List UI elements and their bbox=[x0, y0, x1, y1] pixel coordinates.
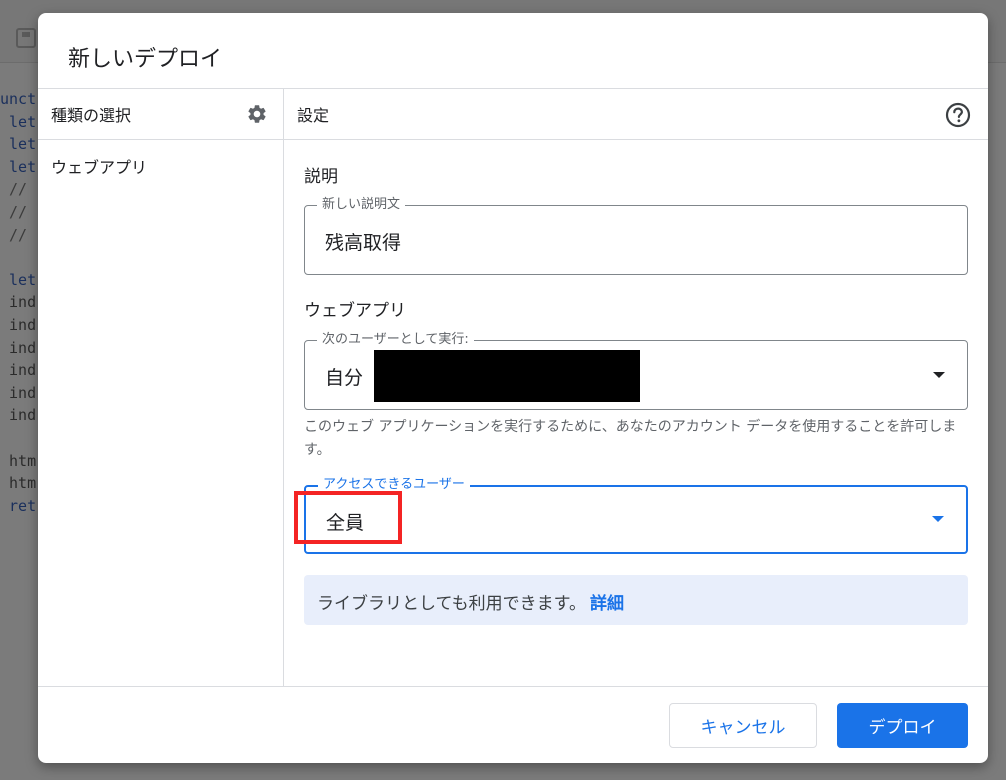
gear-icon[interactable] bbox=[246, 103, 268, 125]
description-field[interactable]: 新しい説明文 残高取得 bbox=[304, 196, 968, 275]
code-line: let bbox=[0, 270, 37, 289]
code-line: htm bbox=[0, 474, 37, 493]
chevron-down-icon[interactable] bbox=[932, 516, 944, 522]
code-line: ret bbox=[0, 496, 37, 515]
help-circle-icon[interactable] bbox=[944, 101, 972, 129]
divider bbox=[38, 88, 988, 89]
access-select[interactable]: アクセスできるユーザー 全員 bbox=[304, 476, 968, 554]
code-line: let bbox=[0, 112, 37, 131]
info-banner-message: ライブラリとしても利用できます。 bbox=[317, 594, 586, 614]
divider bbox=[38, 139, 988, 140]
execute-as-select[interactable]: 次のユーザーとして実行: 自分 bbox=[304, 331, 968, 410]
library-info-banner: ライブラリとしても利用できます。 詳細 bbox=[304, 575, 968, 625]
annotation-highlight-box bbox=[294, 491, 402, 544]
code-line: // bbox=[0, 202, 28, 221]
info-banner-text: ライブラリとしても利用できます。 詳細 bbox=[317, 589, 624, 614]
dialog-title: 新しいデプロイ bbox=[68, 47, 223, 72]
code-line: ind bbox=[0, 383, 37, 402]
code-line: ind bbox=[0, 361, 37, 380]
webapp-section-label: ウェブアプリ bbox=[304, 301, 406, 321]
type-item-webapp[interactable]: ウェブアプリ bbox=[51, 154, 147, 178]
description-label: 説明 bbox=[304, 167, 338, 187]
code-line: htm bbox=[0, 451, 37, 470]
new-deployment-dialog: 新しいデプロイ 種類の選択 ウェブアプリ 設定 説明 新しい説明文 残高取得 ウ… bbox=[38, 13, 988, 763]
save-icon bbox=[16, 28, 36, 48]
code-line: // bbox=[0, 180, 37, 199]
learn-more-link[interactable]: 詳細 bbox=[590, 594, 624, 614]
deploy-button[interactable]: デプロイ bbox=[837, 703, 968, 748]
execute-as-value: 自分 bbox=[325, 367, 364, 389]
code-line: unct bbox=[0, 90, 37, 108]
code-line: let bbox=[0, 157, 37, 176]
execute-as-legend: 次のユーザーとして実行: bbox=[317, 331, 474, 349]
code-line: ind bbox=[0, 315, 37, 334]
code-line: // bbox=[0, 225, 28, 244]
code-line: let bbox=[0, 135, 37, 154]
execute-as-help-text: このウェブ アプリケーションを実行するために、あなたのアカウント データを使用す… bbox=[304, 419, 957, 458]
description-input[interactable]: 残高取得 bbox=[325, 228, 401, 255]
type-selection-header: 種類の選択 bbox=[51, 106, 132, 125]
panel-divider bbox=[283, 88, 284, 686]
cancel-button[interactable]: キャンセル bbox=[669, 703, 817, 748]
divider bbox=[38, 686, 988, 687]
redacted-email bbox=[374, 350, 640, 402]
code-line: ind bbox=[0, 338, 37, 357]
description-field-legend: 新しい説明文 bbox=[317, 196, 406, 214]
code-line: ind bbox=[0, 406, 37, 425]
chevron-down-icon[interactable] bbox=[933, 372, 945, 378]
code-line: ind bbox=[0, 293, 37, 312]
background-code-editor: unct let let let // // // let ind ind in… bbox=[0, 88, 40, 517]
settings-header: 設定 bbox=[297, 106, 330, 125]
